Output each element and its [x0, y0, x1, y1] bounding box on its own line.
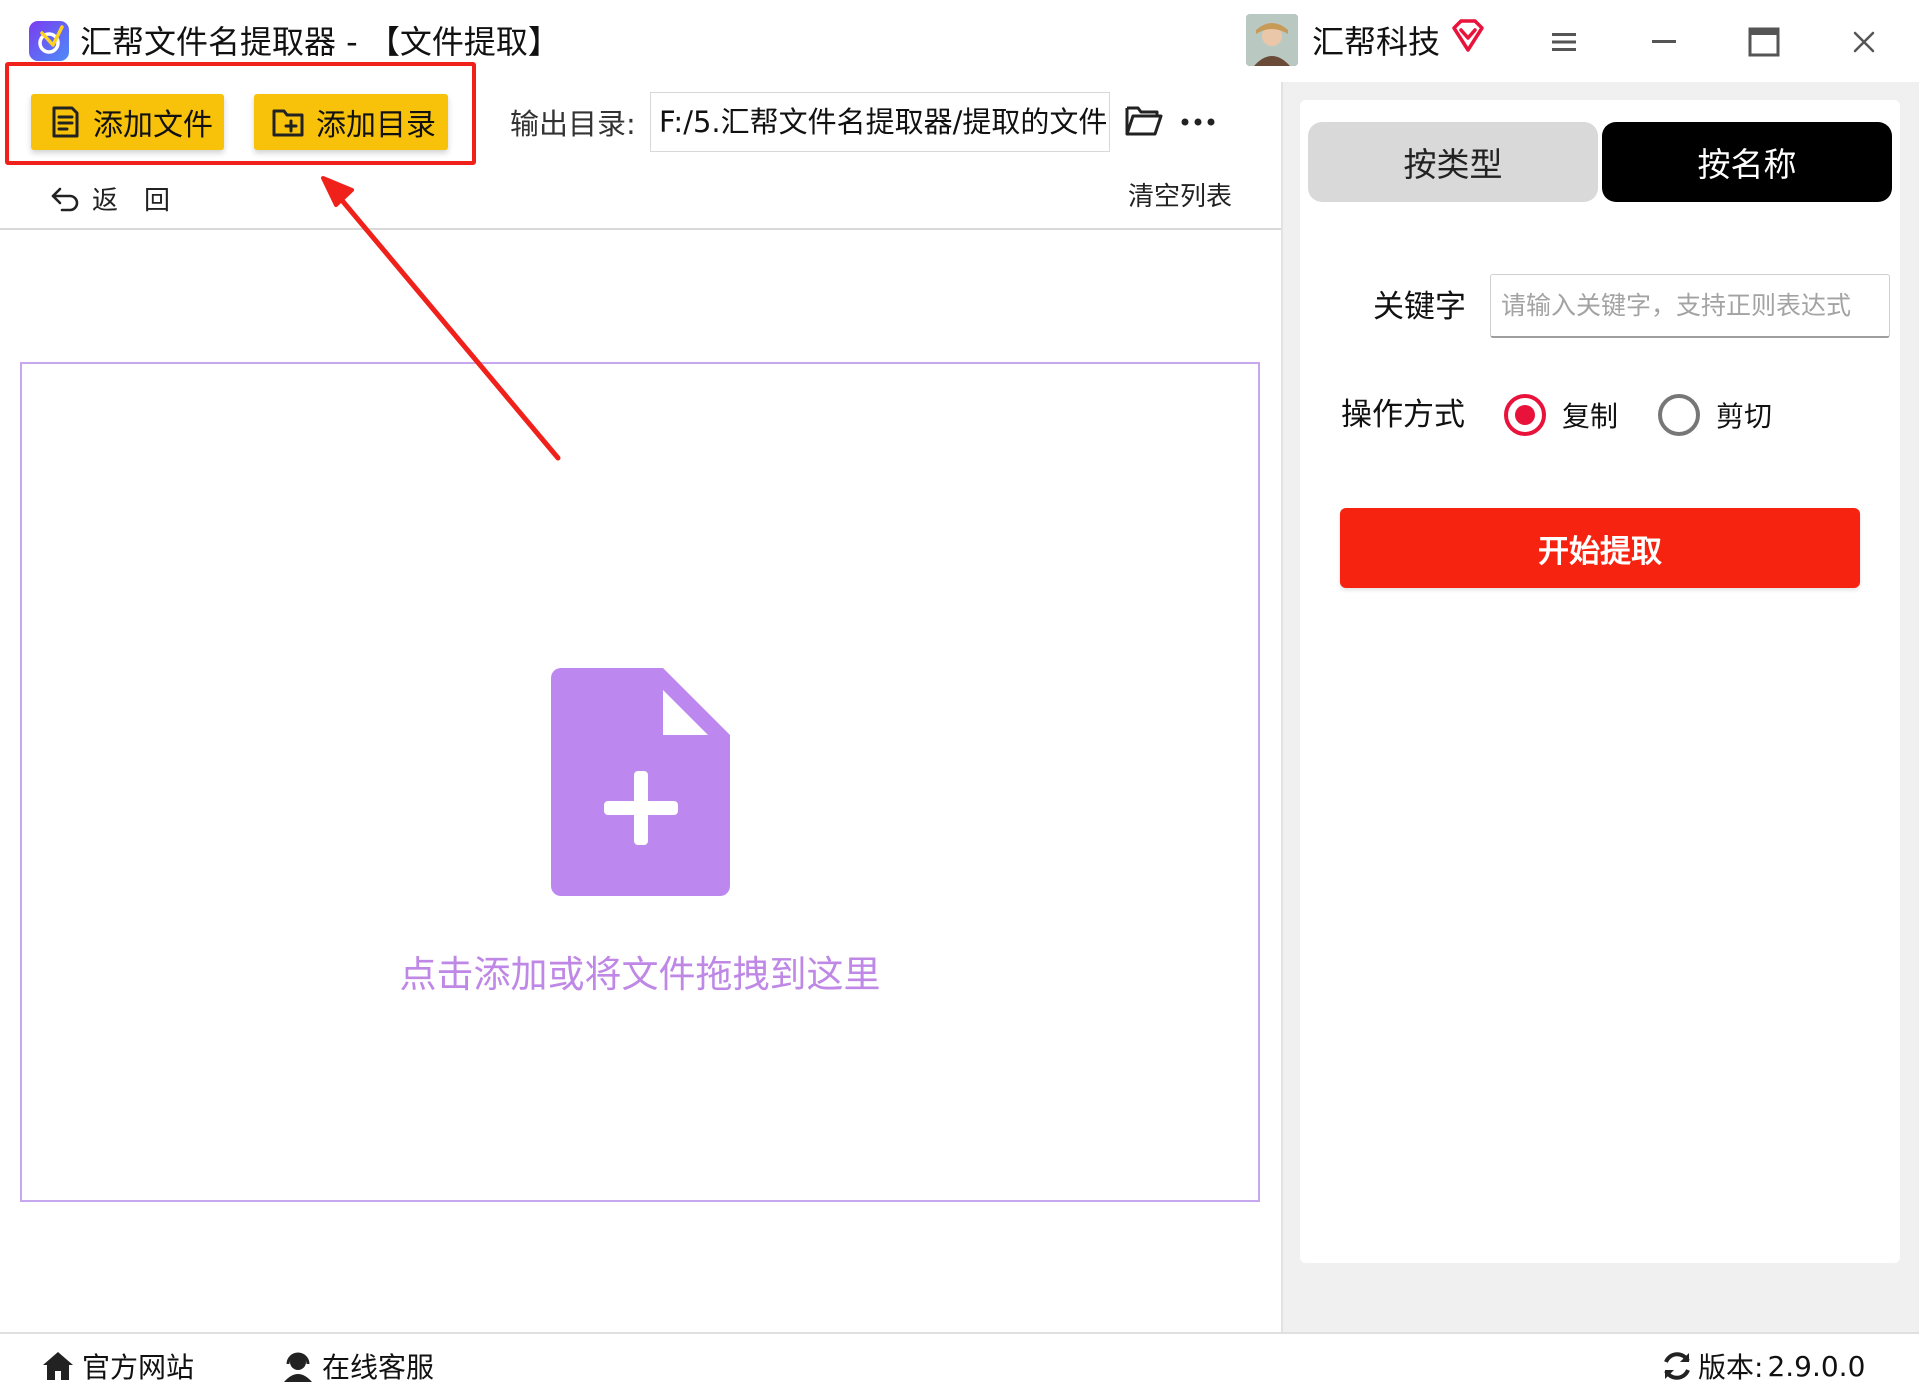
- vip-diamond-icon[interactable]: [1450, 18, 1486, 54]
- radio-copy[interactable]: 复制: [1504, 391, 1618, 439]
- radio-copy-circle[interactable]: [1504, 394, 1546, 436]
- brand-name: 汇帮科技: [1312, 23, 1441, 61]
- undo-arrow-icon: [51, 187, 79, 212]
- annotation-highlight-box: [5, 62, 476, 165]
- online-support-label: 在线客服: [322, 1351, 435, 1384]
- refresh-icon[interactable]: [1660, 1349, 1694, 1383]
- version-info: 版本: 2.9.0.0: [1660, 1346, 1865, 1386]
- clear-list-button[interactable]: 清空列表: [1128, 178, 1232, 216]
- version-label: 版本:: [1698, 1351, 1764, 1384]
- file-plus-icon: [551, 668, 730, 896]
- app-title: 汇帮文件名提取器 - 【文件提取】: [80, 23, 560, 61]
- app-logo-icon: [29, 21, 69, 61]
- start-extract-button[interactable]: 开始提取: [1340, 508, 1860, 588]
- drop-hint-text: 点击添加或将文件拖拽到这里: [399, 953, 881, 996]
- minimize-icon[interactable]: [1642, 20, 1686, 64]
- tab-by-type[interactable]: 按类型: [1308, 122, 1598, 202]
- close-icon[interactable]: [1842, 20, 1886, 64]
- online-support-link[interactable]: 在线客服: [280, 1346, 434, 1386]
- version-value: 2.9.0.0: [1767, 1349, 1866, 1383]
- back-button[interactable]: 返回: [48, 178, 196, 218]
- official-website-link[interactable]: 官方网站: [40, 1346, 194, 1386]
- tab-by-name[interactable]: 按名称: [1602, 122, 1892, 202]
- radio-copy-label: 复制: [1562, 400, 1619, 433]
- folder-open-icon[interactable]: [1124, 103, 1164, 139]
- home-icon: [43, 1352, 73, 1380]
- keyword-label: 关键字: [1373, 289, 1466, 325]
- keyword-input[interactable]: [1490, 274, 1890, 338]
- radio-cut-circle[interactable]: [1658, 394, 1700, 436]
- hamburger-menu-icon[interactable]: [1542, 20, 1586, 64]
- operation-label: 操作方式: [1341, 397, 1465, 433]
- more-dots-icon[interactable]: [1180, 110, 1216, 134]
- output-dir-field[interactable]: F:/5.汇帮文件名提取器/提取的文件: [650, 92, 1110, 152]
- headset-user-icon: [284, 1352, 312, 1382]
- output-dir-label: 输出目录:: [510, 107, 636, 141]
- official-website-label: 官方网站: [82, 1351, 195, 1384]
- toolbar-divider: [0, 228, 1281, 230]
- radio-cut-label: 剪切: [1716, 400, 1773, 433]
- maximize-icon[interactable]: [1742, 20, 1786, 64]
- back-label: 返回: [92, 185, 197, 216]
- user-avatar[interactable]: [1246, 14, 1298, 66]
- radio-cut[interactable]: 剪切: [1658, 391, 1772, 439]
